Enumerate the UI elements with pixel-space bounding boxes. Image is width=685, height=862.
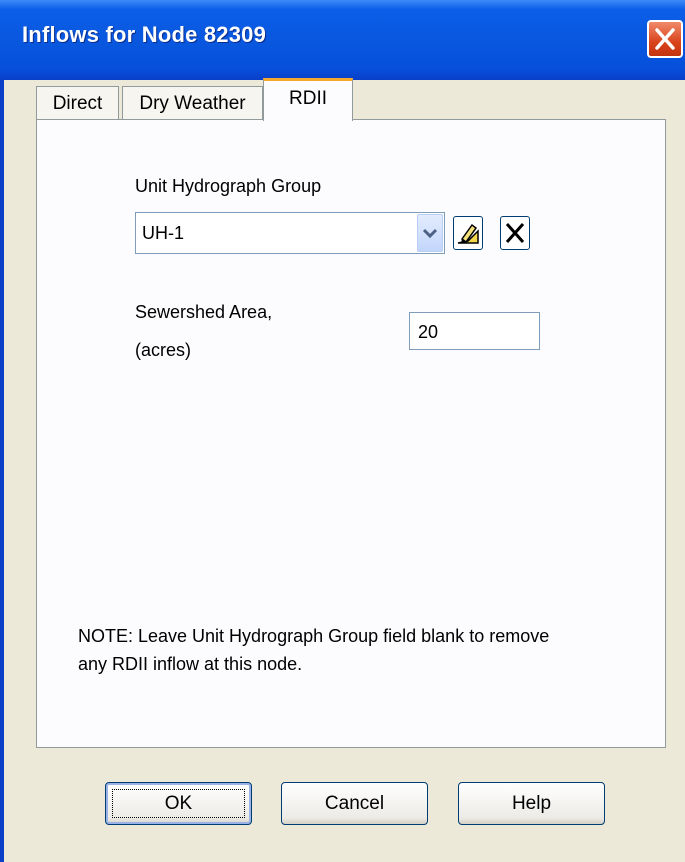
dropdown-arrow-button[interactable] xyxy=(417,214,443,252)
note-line2: any RDII inflow at this node. xyxy=(78,654,303,674)
focus-rectangle xyxy=(112,789,245,818)
x-delete-icon xyxy=(505,223,525,243)
edit-uh-group-button[interactable] xyxy=(453,216,483,250)
chevron-down-icon xyxy=(422,228,438,239)
delete-uh-group-button[interactable] xyxy=(500,216,530,250)
sewershed-area-label-line2: (acres) xyxy=(135,340,192,360)
tab-rdii-label: RDII xyxy=(289,88,327,109)
sewershed-area-label-line1: Sewershed Area, xyxy=(135,302,273,322)
uh-group-value: UH-1 xyxy=(142,223,185,243)
ok-button[interactable]: OK xyxy=(105,782,252,825)
close-icon xyxy=(655,28,675,50)
close-button[interactable] xyxy=(647,20,683,58)
sewershed-area-value: 20 xyxy=(418,322,439,342)
uh-group-dropdown[interactable]: UH-1 xyxy=(135,212,445,254)
edit-pencil-icon xyxy=(457,223,479,244)
title-bar[interactable]: Inflows for Node 82309 xyxy=(0,0,685,80)
uh-group-label: Unit Hydrograph Group xyxy=(135,176,322,196)
tab-direct-label: Direct xyxy=(52,93,103,114)
cancel-button-label: Cancel xyxy=(324,793,385,814)
tab-dry-weather-label: Dry Weather xyxy=(139,93,246,114)
window-title: Inflows for Node 82309 xyxy=(22,22,267,47)
help-button[interactable]: Help xyxy=(458,782,605,825)
note-line1: NOTE: Leave Unit Hydrograph Group field … xyxy=(78,626,550,646)
cancel-button[interactable]: Cancel xyxy=(281,782,428,825)
tab-direct[interactable]: Direct xyxy=(36,86,119,120)
tab-dry-weather[interactable]: Dry Weather xyxy=(122,86,263,120)
dialog-window: Inflows for Node 82309 Direct Dry Weathe… xyxy=(0,0,685,862)
help-button-label: Help xyxy=(511,793,552,814)
sewershed-area-input[interactable]: 20 xyxy=(409,312,540,350)
tab-rdii[interactable]: RDII xyxy=(263,78,353,121)
